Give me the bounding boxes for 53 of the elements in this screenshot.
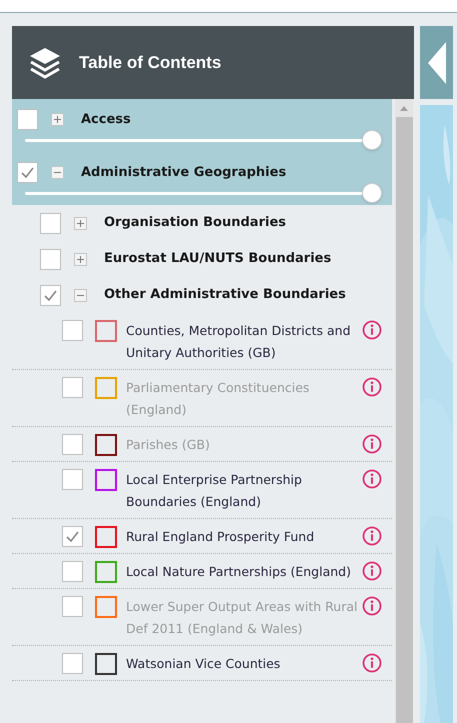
layer-label: Local Enterprise Partnership Boundaries (England) [126,471,303,511]
checkbox[interactable] [40,284,61,306]
subgroup-label: Organisation Boundaries [104,214,286,232]
subgroup-label: Other Administrative Boundaries [104,286,346,304]
expand-button[interactable] [51,113,64,126]
info-icon[interactable] [362,653,382,673]
group-label: Administrative Geographies [81,164,286,182]
layer-label: Local Nature Partnerships (England) [126,563,351,581]
collapse-button[interactable] [51,166,64,179]
subgroup-label: Eurostat LAU/NUTS Boundaries [104,250,332,268]
layer-group-row[interactable]: Access [12,99,392,152]
opacity-slider[interactable] [25,130,382,150]
checkbox[interactable] [40,248,61,270]
checkbox[interactable] [17,162,38,183]
plus-icon [77,256,84,262]
expand-button[interactable] [74,216,87,230]
checkbox[interactable] [62,526,83,547]
info-icon[interactable] [362,469,382,489]
slider-thumb[interactable] [362,130,382,150]
layer-label: Watsonian Vice Counties [126,655,280,673]
checkbox[interactable] [62,653,83,674]
check-icon [44,290,57,300]
check-icon [66,531,79,542]
expand-button[interactable] [74,252,87,266]
checkbox[interactable] [40,212,61,234]
collapse-button[interactable] [74,288,87,302]
info-icon[interactable] [362,596,382,616]
checkbox[interactable] [62,320,83,341]
checkbox[interactable] [17,109,38,130]
collapse-icon [428,42,446,84]
minus-icon [54,169,61,176]
check-icon [21,167,34,178]
collapse-panel-button[interactable] [420,26,453,99]
panel-title: Table of Contents [79,52,222,74]
layer-label: Parliamentary Constituencies (England) [126,379,310,419]
plus-icon [77,220,84,226]
checkbox[interactable] [62,469,83,490]
plus-icon [54,116,61,123]
layer-label: Counties, Metropolitan Districts and Unitary Authorities (GB) [126,322,352,362]
layer-label: Lower Super Output Areas with Rural Def 2011 (England & Wales) [126,598,358,638]
group-label: Access [81,110,131,129]
info-icon[interactable] [362,377,382,397]
layer-group-row[interactable]: Administrative Geographies [12,152,392,205]
info-icon[interactable] [362,526,382,546]
info-icon[interactable] [362,320,382,340]
info-icon[interactable] [362,434,382,454]
slider-thumb[interactable] [362,183,382,203]
checkbox[interactable] [62,561,83,582]
opacity-slider[interactable] [25,183,382,203]
info-icon[interactable] [362,561,382,581]
scroll-up-icon[interactable] [400,106,408,111]
layer-label: Rural England Prosperity Fund [126,528,314,546]
layer-label: Parishes (GB) [126,436,210,454]
